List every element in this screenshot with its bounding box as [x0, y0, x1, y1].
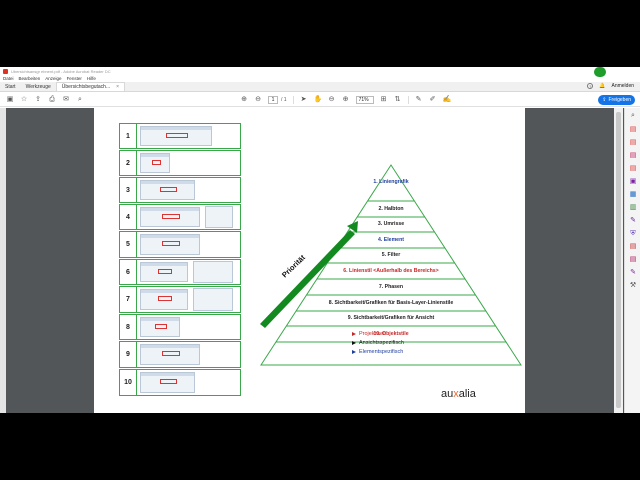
- pyramid-level-label: 4. Element: [378, 237, 404, 243]
- right-tools-panel: ⌕ ▤ ▤ ▤ ▤ ▣ ▦ ▥ ✎ ⛨ ▤ ▤ ✎ ⚒: [624, 108, 640, 413]
- blue-triangle-icon: [352, 350, 356, 354]
- tab-start-label: Start: [5, 83, 16, 90]
- menu-bar: Datei Bearbeiten Anzeige Fenster Hilfe: [0, 75, 640, 82]
- pyramid-level-label: 1. Liniengrafik: [373, 179, 409, 185]
- zoom-out-icon[interactable]: ⊖: [328, 96, 336, 104]
- logo-part-1: au: [441, 388, 454, 400]
- pyramid-level-label: 8. Sichtbarkeit/Grafiken für Basis-Layer…: [328, 300, 454, 306]
- protect-icon[interactable]: ⛨: [629, 230, 637, 238]
- select-cursor-icon[interactable]: ➤: [300, 96, 308, 104]
- zoom-in-icon[interactable]: ⊕: [342, 96, 350, 104]
- print-icon[interactable]: ⎙: [48, 96, 56, 104]
- red-triangle-icon: [352, 332, 356, 336]
- comment-tool-icon[interactable]: ▤: [629, 165, 637, 173]
- window-title: Ubersichtsansgr ebnent.pdf - Adobe Acrob…: [11, 68, 111, 74]
- page-total: / 1: [281, 96, 287, 103]
- bell-icon[interactable]: 🔔: [599, 83, 605, 89]
- legend-item-element: Elementspezifisch: [352, 349, 404, 355]
- zoom-tool-icon[interactable]: ⌕: [629, 112, 637, 120]
- legend-label: Ansichtsspezifisch: [359, 340, 404, 346]
- pyramid-level-label: 6. Linienstil <Außerhalb des Bereichs>: [343, 268, 439, 274]
- highlight-pen-icon[interactable]: ✐: [429, 96, 437, 104]
- toolbar-divider: [292, 95, 294, 104]
- top-black-bar: [0, 0, 640, 67]
- fit-page-icon[interactable]: ⊞: [380, 96, 388, 104]
- create-pdf-icon[interactable]: ▤: [629, 139, 637, 147]
- share-button-label: Freigeben: [608, 97, 631, 103]
- black-triangle-icon: [352, 341, 356, 345]
- send-icon[interactable]: ▤: [629, 256, 637, 264]
- legend-item-view: Ansichtsspezifisch: [352, 340, 404, 346]
- sign-icon[interactable]: ✍: [443, 96, 452, 104]
- comment-icon[interactable]: ✎: [415, 96, 423, 104]
- edit-pdf-icon[interactable]: ▤: [629, 152, 637, 160]
- search-icon[interactable]: ⌕: [76, 96, 84, 104]
- upload-icon[interactable]: ⇪: [34, 96, 42, 104]
- toolbar: ▣ ☆ ⇪ ⎙ ✉ ⌕ ⊕ ⊖ 1 / 1 ➤ ✋ ⊖ ⊕ 71% ⊞ ⇅ ✎ …: [0, 93, 640, 107]
- tab-start[interactable]: Start: [0, 82, 21, 91]
- redact-icon[interactable]: ▤: [629, 243, 637, 251]
- legend-item-project: Projektweit: [352, 331, 404, 337]
- export-pdf-icon[interactable]: ▤: [629, 126, 637, 134]
- scroll-mode-icon[interactable]: ⇅: [394, 96, 402, 104]
- compress-icon[interactable]: ▥: [629, 204, 637, 212]
- zoom-level-select[interactable]: 71%: [355, 95, 374, 104]
- pyramid-level-label: 3. Umrisse: [377, 221, 405, 227]
- acrobat-window: Ubersichtsansgr ebnent.pdf - Adobe Acrob…: [0, 67, 640, 413]
- signin-link[interactable]: Anmelden: [611, 83, 634, 89]
- menu-edit[interactable]: Bearbeiten: [19, 76, 41, 81]
- document-workspace: 1 2 3 4 5 6 7 8 9 10 1. Liniengrafik 2. Halbton 3. …: [0, 108, 640, 413]
- help-icon[interactable]: ?: [587, 83, 594, 89]
- pyramid-level-label: 9. Sichtbarkeit/Grafiken für Ansicht: [347, 315, 435, 321]
- stamp-icon[interactable]: ✎: [629, 269, 637, 277]
- save-icon[interactable]: ▣: [6, 96, 14, 104]
- acrobat-app-icon: [3, 68, 8, 74]
- bookmark-star-icon[interactable]: ☆: [20, 96, 28, 104]
- pyramid-level-label: 7. Phasen: [378, 284, 404, 290]
- scrollbar-thumb[interactable]: [616, 112, 621, 408]
- pyramid-level-label: 2. Halbton: [378, 206, 404, 212]
- previous-page-icon[interactable]: ⊕: [240, 96, 248, 104]
- hand-tool-icon[interactable]: ✋: [314, 96, 323, 104]
- title-bar: Ubersichtsansgr ebnent.pdf - Adobe Acrob…: [0, 67, 640, 75]
- toolbar-divider-2: [407, 95, 409, 104]
- tab-document[interactable]: Übersichtsbegutach... ×: [55, 82, 126, 91]
- pdf-page: 1 2 3 4 5 6 7 8 9 10 1. Liniengrafik 2. Halbton 3. …: [94, 108, 525, 413]
- menu-view[interactable]: Anzeige: [45, 76, 61, 81]
- vertical-scrollbar[interactable]: [614, 108, 623, 413]
- menu-window[interactable]: Fenster: [67, 76, 82, 81]
- page-number-input[interactable]: 1: [268, 95, 278, 104]
- tab-bar: Start Werkzeuge Übersichtsbegutach... × …: [0, 82, 640, 92]
- legend-label: Elementspezifisch: [359, 349, 404, 355]
- menu-help[interactable]: Hilfe: [87, 76, 96, 81]
- share-button[interactable]: ⇪ Freigeben: [598, 95, 635, 105]
- organize-icon[interactable]: ▦: [629, 191, 637, 199]
- auxalia-logo: auxalia: [441, 388, 476, 400]
- header-right: ? 🔔 Anmelden: [587, 81, 640, 91]
- email-icon[interactable]: ✉: [62, 96, 70, 104]
- legend-label: Projektweit: [359, 331, 386, 337]
- close-tab-icon[interactable]: ×: [116, 84, 119, 90]
- menu-file[interactable]: Datei: [3, 76, 14, 81]
- bottom-black-bar: [0, 413, 640, 480]
- priority-pyramid: [260, 164, 522, 366]
- combine-icon[interactable]: ▣: [629, 178, 637, 186]
- tab-tools[interactable]: Werkzeuge: [21, 82, 56, 91]
- logo-part-2: alia: [458, 388, 476, 400]
- share-icon: ⇪: [602, 97, 607, 103]
- tab-tools-label: Werkzeuge: [25, 83, 51, 90]
- legend: Projektweit Ansichtsspezifisch Elementsp…: [352, 331, 404, 358]
- left-panel-collapsed[interactable]: [0, 108, 6, 413]
- tab-document-label: Übersichtsbegutach...: [61, 84, 111, 90]
- next-page-icon[interactable]: ⊖: [254, 96, 262, 104]
- fill-sign-icon[interactable]: ✎: [629, 217, 637, 225]
- more-tools-icon[interactable]: ⚒: [629, 282, 637, 290]
